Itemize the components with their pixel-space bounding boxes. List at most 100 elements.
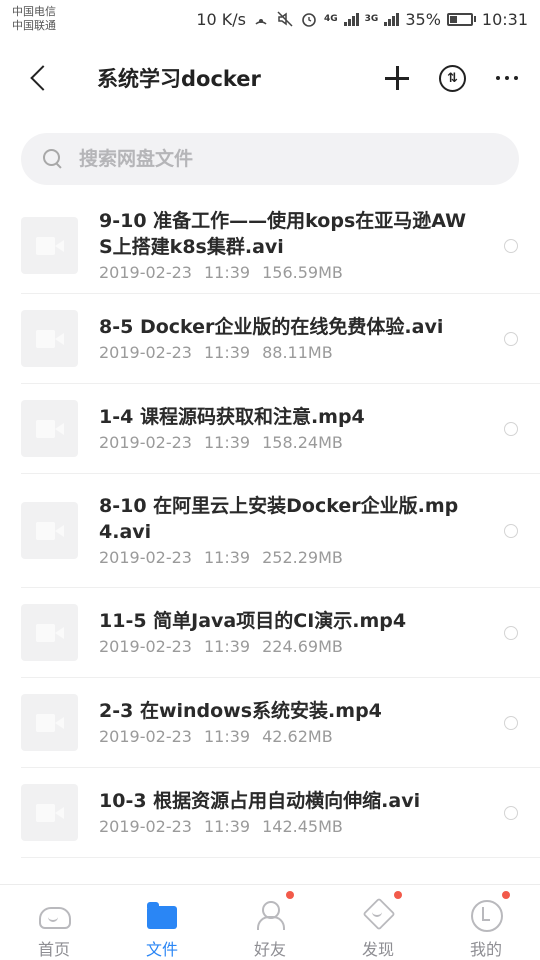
file-meta: 2019-02-23 11:39 142.45MB [99, 816, 469, 838]
notification-dot [502, 891, 510, 899]
file-meta: 2019-02-23 11:39 42.62MB [99, 726, 469, 748]
file-time: 11:39 [203, 432, 251, 452]
file-info: 10-3 根据资源占用自动横向伸缩.avi 2019-02-23 11:39 142.… [99, 788, 469, 838]
file-row[interactable]: 8-10 在阿里云上安装Docker企业版.mp4.avi 2019-02-23 1… [21, 474, 540, 588]
file-row[interactable]: 1-4 课程源码获取和注意.mp4 2019-02-23 11:39 158.24MB [21, 384, 540, 474]
nav-home[interactable]: 首页 [0, 885, 108, 960]
select-radio[interactable] [504, 805, 518, 820]
notification-dot [394, 891, 402, 899]
file-time: 11:39 [203, 726, 251, 746]
nav-files-label: 文件 [145, 940, 178, 959]
network-type-2: 3G [364, 14, 379, 24]
file-meta: 2019-02-23 11:39 224.69MB [99, 636, 469, 658]
file-row[interactable]: 10-3 根据资源占用自动横向伸缩.avi 2019-02-23 11:39 142.… [21, 768, 540, 858]
file-name: 8-5 Docker企业版的在线免费体验.avi [99, 315, 444, 338]
file-date: 2019-02-23 [99, 342, 192, 362]
nav-files[interactable]: 文件 [108, 885, 216, 960]
friends-icon [254, 899, 286, 931]
network-type-1: 4G [324, 14, 338, 24]
file-row[interactable]: 11-5 简单Java项目的CI演示.mp4 2019-02-23 11:39 224… [21, 588, 540, 678]
file-date: 2019-02-23 [99, 726, 192, 746]
battery-icon [446, 12, 476, 26]
search-icon [43, 149, 63, 169]
home-cloud-icon [38, 899, 71, 931]
file-row[interactable]: 8-5 Docker企业版的在线免费体验.avi 2019-02-23 11:39 8… [21, 294, 540, 384]
video-file-icon [21, 217, 78, 274]
file-size: 156.59MB [262, 262, 343, 282]
nav-discover[interactable]: 发现 [324, 885, 432, 960]
file-name: 9-10 准备工作——使用kops在亚马逊AWS上搭建k8s集群.avi [99, 209, 467, 258]
file-list: 9-10 准备工作——使用kops在亚马逊AWS上搭建k8s集群.avi 2019… [0, 198, 540, 858]
file-info: 1-4 课程源码获取和注意.mp4 2019-02-23 11:39 158.24MB [99, 404, 469, 454]
top-app-bar: 系统学习docker ⇅ [0, 38, 540, 118]
file-size: 158.24MB [262, 432, 343, 452]
notification-dot [286, 891, 294, 899]
hotspot-icon [252, 11, 270, 27]
status-bar: 中国电信 中国联通 10 K/s 4G 3G 35% 10:31 [0, 0, 540, 38]
file-date: 2019-02-23 [99, 816, 192, 836]
file-name: 8-10 在阿里云上安装Docker企业版.mp4.avi [99, 494, 459, 543]
carrier-1: 中国电信 [12, 5, 56, 18]
nav-friends-label: 好友 [253, 940, 286, 959]
page-title: 系统学习docker [97, 67, 261, 91]
nav-discover-label: 发现 [361, 940, 394, 959]
file-info: 8-5 Docker企业版的在线免费体验.avi 2019-02-23 11:39 8… [99, 314, 469, 364]
nav-mine[interactable]: 我的 [432, 885, 540, 960]
file-meta: 2019-02-23 11:39 252.29MB [99, 547, 469, 569]
video-file-icon [21, 694, 78, 751]
select-radio[interactable] [504, 625, 518, 640]
file-name: 1-4 课程源码获取和注意.mp4 [99, 405, 365, 428]
select-radio[interactable] [504, 523, 518, 538]
more-options-icon[interactable] [496, 76, 518, 80]
search-bar[interactable] [21, 133, 519, 185]
nav-friends[interactable]: 好友 [216, 885, 324, 960]
sort-icon[interactable]: ⇅ [439, 64, 466, 92]
battery-percent: 35% [405, 9, 441, 29]
select-radio[interactable] [504, 421, 518, 436]
video-file-icon [21, 502, 78, 559]
file-size: 42.62MB [262, 726, 333, 746]
video-file-icon [21, 604, 78, 661]
mute-icon [276, 11, 294, 27]
status-icons: 10 K/s 4G 3G 35% 10:31 [196, 10, 528, 29]
file-info: 8-10 在阿里云上安装Docker企业版.mp4.avi 2019-02-23 1… [99, 493, 469, 569]
signal-icon-2 [384, 12, 400, 26]
alarm-icon [300, 11, 318, 27]
sort-glyph: ⇅ [447, 70, 458, 86]
file-info: 2-3 在windows系统安装.mp4 2019-02-23 11:39 42.62… [99, 698, 469, 748]
file-size: 88.11MB [262, 342, 333, 362]
carrier-2: 中国联通 [12, 19, 56, 32]
video-file-icon [21, 784, 78, 841]
video-file-icon [21, 400, 78, 457]
file-size: 142.45MB [262, 816, 343, 836]
select-radio[interactable] [504, 715, 518, 730]
file-row[interactable]: 9-10 准备工作——使用kops在亚马逊AWS上搭建k8s集群.avi 2019… [21, 198, 540, 294]
back-arrow-icon[interactable] [28, 66, 52, 90]
file-date: 2019-02-23 [99, 547, 192, 567]
file-row[interactable]: 2-3 在windows系统安装.mp4 2019-02-23 11:39 42.62… [21, 678, 540, 768]
file-size: 224.69MB [262, 636, 343, 656]
file-name: 11-5 简单Java项目的CI演示.mp4 [99, 609, 407, 632]
file-time: 11:39 [203, 816, 251, 836]
video-file-icon [21, 310, 78, 367]
profile-icon [470, 899, 503, 932]
header-actions: ⇅ [385, 64, 518, 92]
folder-icon [146, 899, 178, 931]
clock: 10:31 [481, 9, 528, 29]
file-info: 9-10 准备工作——使用kops在亚马逊AWS上搭建k8s集群.avi 2019… [99, 208, 469, 284]
carrier-info: 中国电信 中国联通 [12, 5, 56, 33]
file-size: 252.29MB [262, 547, 343, 567]
signal-icon-1 [343, 12, 359, 26]
file-time: 11:39 [203, 262, 251, 282]
select-radio[interactable] [504, 238, 518, 253]
search-input[interactable] [79, 148, 459, 170]
file-meta: 2019-02-23 11:39 88.11MB [99, 342, 469, 364]
file-name: 10-3 根据资源占用自动横向伸缩.avi [99, 789, 421, 812]
nav-mine-label: 我的 [469, 940, 502, 959]
file-time: 11:39 [203, 342, 251, 362]
select-radio[interactable] [504, 331, 518, 346]
add-icon[interactable] [385, 66, 409, 90]
file-time: 11:39 [203, 636, 251, 656]
discover-icon [362, 899, 394, 931]
file-date: 2019-02-23 [99, 636, 192, 656]
